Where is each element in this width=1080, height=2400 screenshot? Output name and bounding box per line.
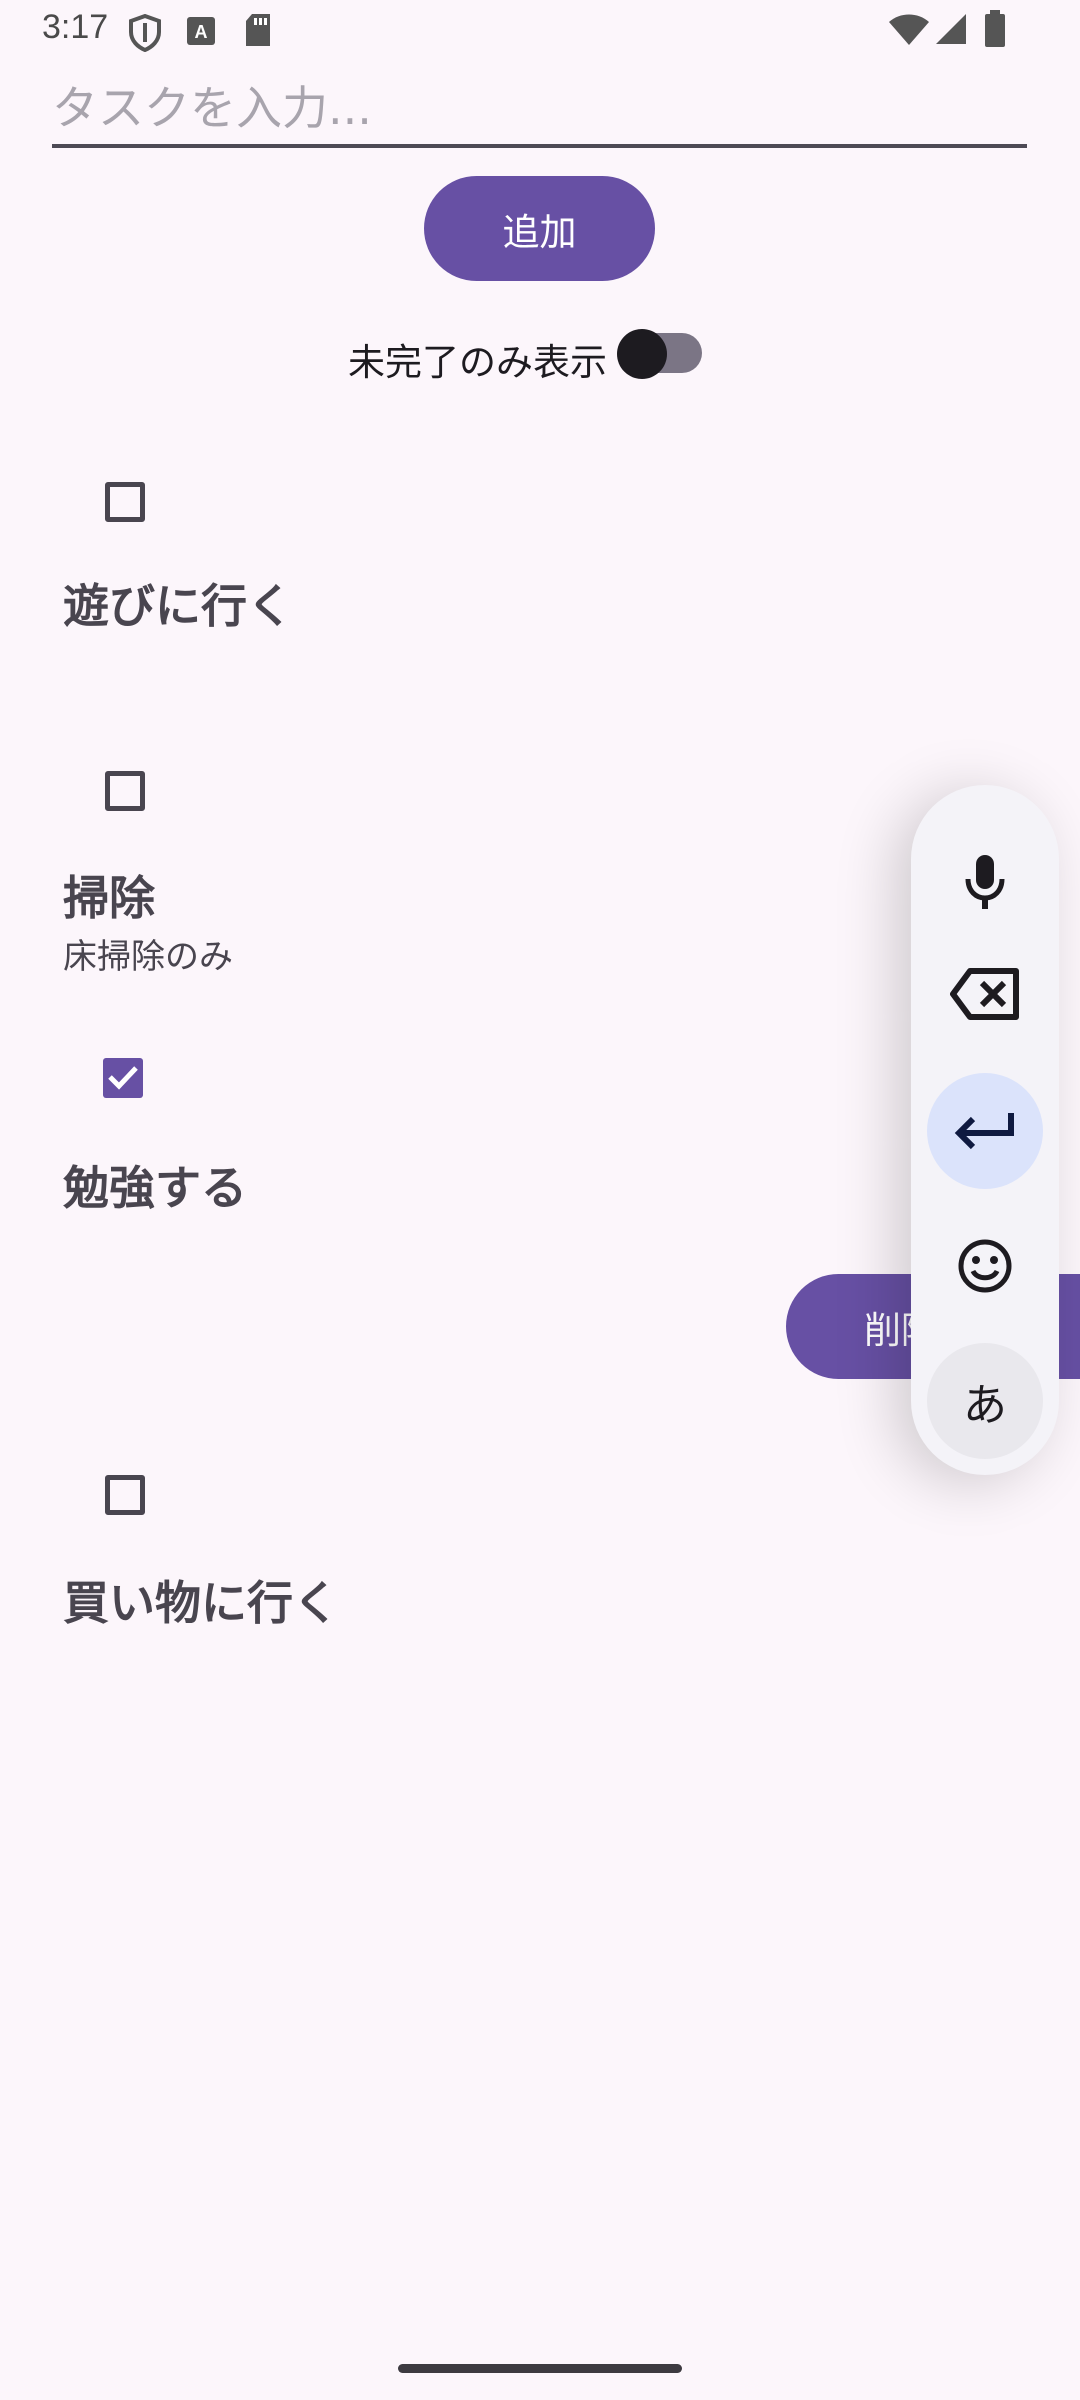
enter-icon <box>954 1113 1014 1150</box>
status-time: 3:17 <box>42 8 109 46</box>
checkmark-icon <box>108 1066 138 1090</box>
task-title: 掃除 <box>63 871 155 925</box>
task-title: 勉強する <box>63 1161 247 1215</box>
toggle-thumb <box>617 329 667 379</box>
emoji-icon <box>958 1239 1012 1293</box>
status-bar: 3:17 A <box>0 0 1080 62</box>
backspace-button[interactable] <box>927 936 1043 1052</box>
voice-input-button[interactable] <box>927 825 1043 941</box>
add-button-label: 追加 <box>502 210 577 254</box>
keyboard-floating-toolbar: あ <box>911 785 1059 1475</box>
cell-signal-icon <box>936 14 966 44</box>
shield-icon <box>129 14 161 52</box>
svg-text:A: A <box>195 22 208 42</box>
backspace-icon <box>950 968 1019 1020</box>
task-checkbox[interactable] <box>105 1475 145 1515</box>
task-checkbox-checked[interactable] <box>103 1058 143 1098</box>
kana-switch-button[interactable]: あ <box>927 1343 1043 1459</box>
wifi-icon <box>889 14 929 45</box>
task-checkbox[interactable] <box>105 771 145 811</box>
filter-label: 未完了のみ表示 <box>348 341 607 384</box>
emoji-button[interactable] <box>927 1208 1043 1324</box>
add-button[interactable]: 追加 <box>424 176 655 281</box>
task-title: 遊びに行く <box>63 579 293 633</box>
task-checkbox[interactable] <box>105 482 145 522</box>
kana-label: あ <box>963 1380 1007 1431</box>
mic-icon <box>965 855 1005 909</box>
sd-card-icon <box>246 14 270 46</box>
task-title: 買い物に行く <box>63 1576 339 1630</box>
battery-icon <box>985 10 1005 47</box>
task-input[interactable] <box>52 72 1027 148</box>
font-a-icon: A <box>187 17 215 45</box>
enter-button[interactable] <box>927 1073 1043 1189</box>
task-note: 床掃除のみ <box>63 937 233 977</box>
home-indicator[interactable] <box>398 2364 682 2373</box>
